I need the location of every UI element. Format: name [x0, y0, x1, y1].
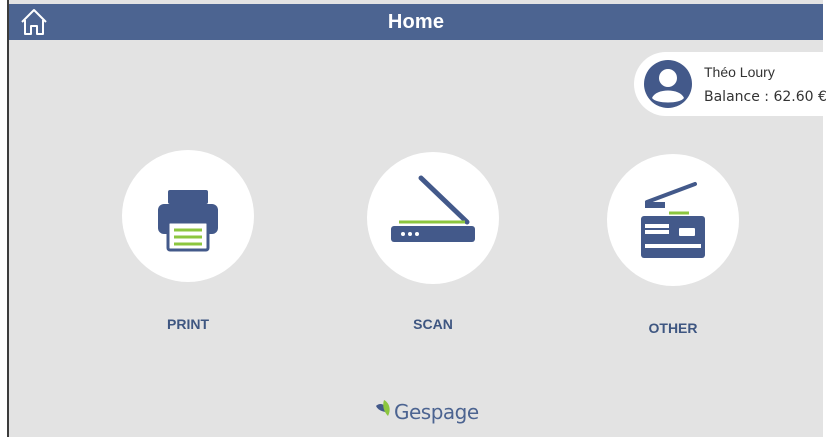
print-tile[interactable]: PRINT — [118, 148, 258, 338]
header-bar: Home — [9, 4, 823, 40]
user-avatar-icon — [644, 60, 692, 108]
scanner-icon — [391, 175, 475, 242]
logo-text: Gespage — [394, 400, 479, 424]
gespage-logo: Gespage — [374, 398, 479, 430]
print-label: PRINT — [167, 316, 209, 332]
user-name: Théo Loury — [704, 64, 775, 80]
user-balance: Balance : 62.60 € — [704, 89, 827, 105]
other-label: OTHER — [648, 320, 698, 336]
copier-icon — [641, 182, 705, 258]
printer-icon — [158, 190, 218, 252]
page-title: Home — [387, 11, 445, 33]
scan-label: SCAN — [413, 316, 453, 332]
user-account-card[interactable]: Théo Loury Balance : 62.60 € — [634, 52, 827, 116]
window-left-border — [0, 0, 9, 437]
other-tile[interactable]: OTHER — [603, 150, 743, 340]
scan-tile[interactable]: SCAN — [363, 148, 503, 338]
